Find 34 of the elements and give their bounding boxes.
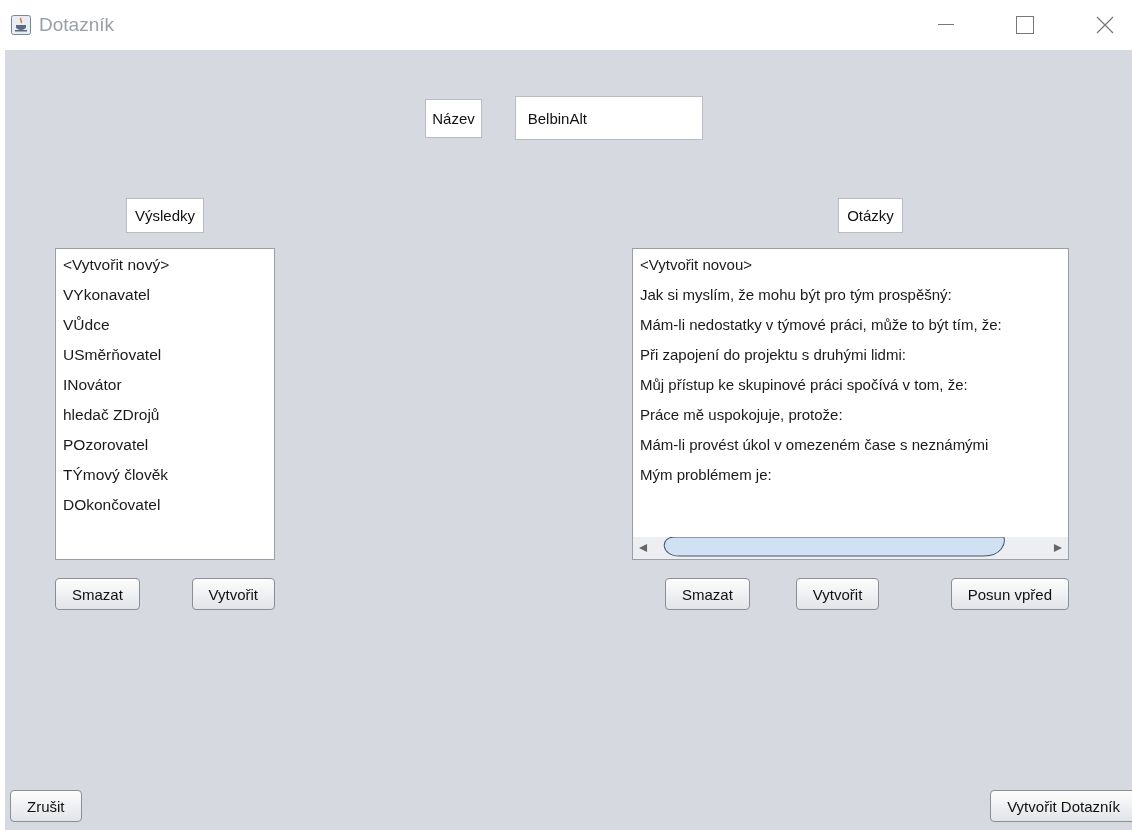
minimize-icon[interactable]: [938, 24, 954, 26]
horizontal-scrollbar[interactable]: [633, 537, 1068, 559]
list-item[interactable]: INovátor: [63, 373, 122, 403]
window-title: Dotazník: [39, 14, 114, 36]
list-item[interactable]: Mám-li nedostatky v týmové práci, může to být tím, že:: [640, 313, 1002, 343]
list-button[interactable]: Vytvořit: [191, 578, 275, 610]
list-button[interactable]: Posun vpřed: [950, 578, 1069, 610]
list-item[interactable]: Můj přístup ke skupinové práci spočívá v tom, že:: [640, 373, 968, 403]
list-item[interactable]: Při zapojení do projektu s druhými lidmi:: [640, 343, 906, 373]
list-item[interactable]: Jak si myslím, že mohu být pro tým prospěšný:: [640, 283, 952, 313]
list-button[interactable]: Vytvořit: [795, 578, 880, 610]
name-label: Název: [425, 98, 482, 138]
close-icon[interactable]: [1096, 16, 1114, 34]
list-item[interactable]: USměrňovatel: [63, 343, 162, 373]
list-button[interactable]: Smazat: [665, 578, 750, 610]
list-item[interactable]: Mým problémem je:: [640, 463, 772, 493]
list-item[interactable]: <Vytvořit nový>: [63, 253, 170, 283]
list-button[interactable]: Smazat: [55, 578, 140, 610]
list-item[interactable]: TÝmový člověk: [63, 463, 169, 493]
list-item[interactable]: Mám-li provést úkol v omezeném čase s neznámými: [640, 433, 989, 463]
list-item[interactable]: DOkončovatel: [63, 493, 161, 523]
footer-button[interactable]: Vytvořit Dotazník: [990, 790, 1132, 822]
list-item[interactable]: hledač ZDrojů: [63, 403, 160, 433]
name-field[interactable]: BelbinAlt: [514, 96, 703, 140]
list-item[interactable]: <Vytvořit novou>: [640, 253, 752, 283]
footer-button[interactable]: Zrušit: [10, 790, 82, 822]
maximize-icon[interactable]: [1016, 16, 1034, 34]
list-item[interactable]: VŮdce: [63, 313, 110, 343]
list-item[interactable]: Práce mě uspokojuje, protože:: [640, 403, 843, 433]
list-item[interactable]: POzorovatel: [63, 433, 149, 463]
questions-label: Otázky: [838, 198, 903, 233]
results-label: Výsledky: [126, 198, 204, 233]
list-item[interactable]: VYkonavatel: [63, 283, 151, 313]
java-cup-icon: [11, 15, 31, 35]
